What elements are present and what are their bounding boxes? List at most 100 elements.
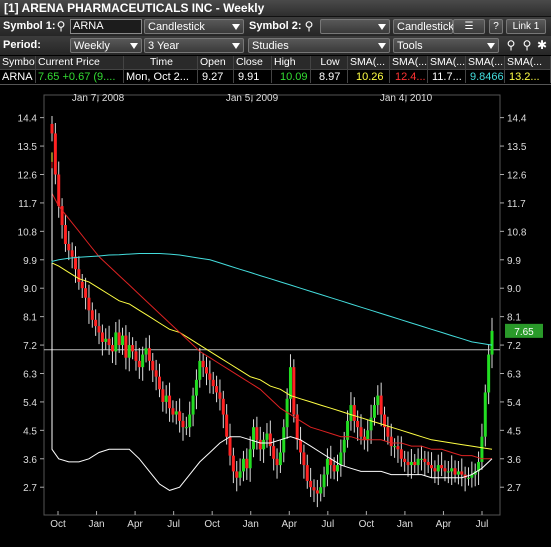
symbol2-input[interactable]: [320, 19, 390, 34]
candle-up: [114, 332, 118, 352]
symbol2-search-icon[interactable]: ⚲: [302, 19, 316, 33]
candle-down: [453, 468, 457, 475]
candle-down: [181, 420, 185, 428]
col-close: Close: [234, 56, 272, 69]
x-tick-label: Jul: [476, 519, 489, 530]
chart-type-select[interactable]: Candlestick: [144, 19, 244, 34]
chart-type-value: Candlestick: [148, 21, 205, 33]
period-select[interactable]: Weekly: [70, 38, 142, 53]
col-sma3: SMA(...: [430, 56, 466, 69]
range-value: 3 Year: [148, 40, 180, 52]
candle-down: [413, 461, 417, 466]
candle-down: [168, 395, 172, 409]
link-button[interactable]: Link 1: [506, 19, 546, 34]
candle-down: [292, 367, 296, 415]
candle-up: [241, 458, 245, 472]
candle-down: [157, 376, 161, 390]
menu-lines-icon: ☰: [464, 21, 474, 32]
period-label: Period:: [3, 39, 41, 51]
candle-down: [403, 458, 407, 462]
candle-up: [252, 427, 256, 450]
y-tick-label-left: 2.7: [23, 483, 37, 494]
candle-down: [205, 367, 209, 374]
candle-up: [339, 452, 343, 466]
candle-up: [194, 379, 198, 396]
chart-type2-menu-button[interactable]: ☰: [453, 19, 485, 34]
col-time: Time: [124, 56, 198, 69]
symbol1-input[interactable]: ARNA: [70, 19, 142, 34]
candle-down: [80, 281, 84, 289]
candle-up: [490, 330, 494, 355]
zoom-out-icon[interactable]: ⚲: [520, 38, 534, 52]
chart-type2-value: Candlestick: [397, 21, 454, 33]
candle-up: [282, 427, 286, 453]
col-high: High: [272, 56, 311, 69]
quote-row[interactable]: ARNA 7.65 +0.67 (9.... Mon, Oct 2... 9.2…: [0, 70, 551, 85]
y-tick-label-left: 12.6: [18, 170, 38, 181]
chart-canvas[interactable]: 14.4 14.4 13.5 13.5 12.6 12.6 11.7 11.7 10.8 10.8…: [0, 85, 551, 544]
y-tick-label-right: 7.2: [507, 341, 521, 352]
quote-low: 8.97: [311, 70, 348, 83]
col-open: Open: [198, 56, 234, 69]
candle-down: [225, 414, 229, 437]
quote-header-row: Symbol Current Price Time Open Close Hig…: [0, 56, 551, 70]
candle-down: [312, 487, 316, 491]
candle-down: [70, 250, 74, 257]
candle-down: [53, 133, 57, 175]
candle-down: [90, 310, 94, 320]
candle-up: [349, 405, 353, 421]
symbol1-search-icon[interactable]: ⚲: [54, 19, 68, 33]
quote-high: 10.09: [272, 70, 311, 83]
zoom-in-icon[interactable]: ⚲: [504, 38, 518, 52]
candle-up: [262, 439, 266, 450]
x-tick-label: Apr: [281, 519, 297, 530]
candle-down: [235, 471, 239, 478]
candle-down: [107, 338, 111, 346]
candle-down: [305, 465, 309, 481]
candle-down: [57, 174, 61, 207]
y-tick-label-left: 11.7: [18, 199, 37, 210]
x-tick-label: Jan: [88, 519, 104, 530]
settings-icon[interactable]: ✱: [535, 38, 549, 52]
candle-up: [456, 471, 460, 475]
candle-down: [117, 332, 121, 346]
col-low: Low: [311, 56, 348, 69]
candle-down: [231, 455, 235, 472]
chevron-down-icon: [378, 43, 386, 49]
y-tick-label-right: 4.5: [507, 426, 521, 437]
plot-frame: [43, 94, 501, 516]
candle-up: [366, 430, 370, 440]
quote-change: +0.67 (9....: [62, 71, 116, 83]
y-tick-label-right: 12.6: [507, 170, 527, 181]
candle-down: [218, 392, 222, 399]
candle-up: [144, 348, 148, 355]
range-select[interactable]: 3 Year: [144, 38, 244, 53]
candle-up: [487, 354, 491, 393]
candle-up: [446, 471, 450, 473]
candle-down: [124, 335, 128, 358]
candle-down: [110, 345, 114, 352]
candle-down: [215, 386, 219, 393]
help-button[interactable]: ?: [489, 19, 503, 34]
candle-up: [325, 458, 329, 475]
window-titlebar: [1] ARENA PHARMACEUTICALS INC - Weekly: [0, 0, 551, 17]
candle-down: [147, 348, 151, 361]
y-tick-label-right: 14.4: [507, 114, 527, 125]
candle-down: [67, 243, 71, 251]
col-sma1: SMA(...: [348, 56, 390, 69]
tools-select[interactable]: Tools: [393, 38, 499, 53]
candle-up: [248, 449, 252, 469]
y-tick-label-left: 14.4: [18, 114, 38, 125]
y-tick-label-left: 8.1: [23, 313, 37, 324]
quote-symbol: ARNA: [0, 70, 36, 83]
studies-select[interactable]: Studies: [248, 38, 390, 53]
period-value: Weekly: [74, 40, 110, 52]
candle-up: [184, 427, 188, 429]
chart-type2-select[interactable]: Candlestick: [393, 19, 454, 34]
quote-time: Mon, Oct 2...: [124, 70, 198, 83]
x-tick-label: Jan: [243, 519, 259, 530]
price-chart[interactable]: 14.4 14.4 13.5 13.5 12.6 12.6 11.7 11.7 10.8 10.8…: [0, 85, 551, 544]
candle-up: [372, 405, 376, 418]
x-tick-label: Oct: [204, 519, 220, 530]
tools-value: Tools: [397, 40, 423, 52]
